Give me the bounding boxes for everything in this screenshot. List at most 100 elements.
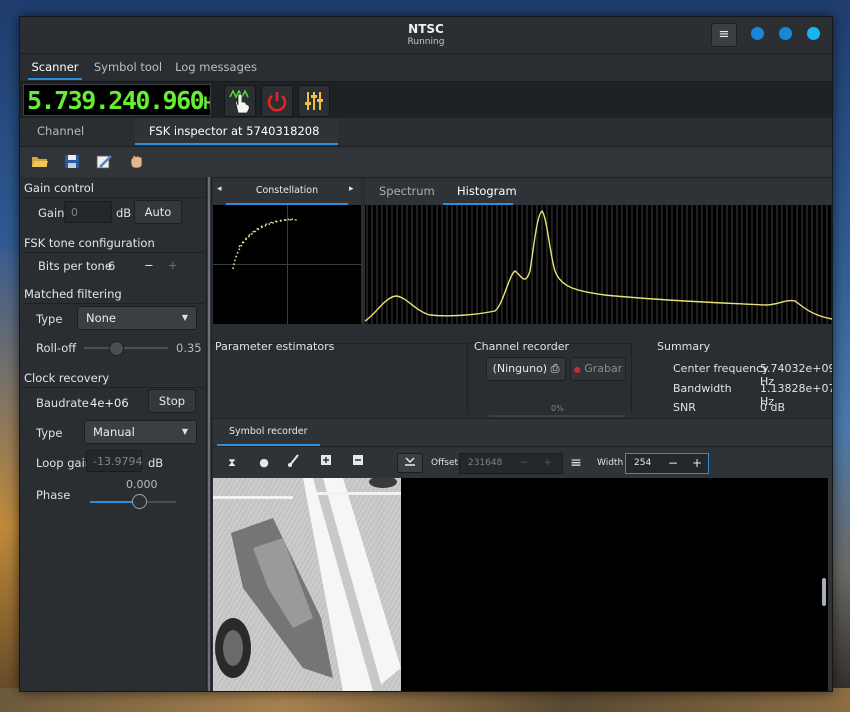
symbol-recorder-view <box>213 478 832 691</box>
summary-title: Summary <box>657 340 711 353</box>
power-icon <box>267 92 287 112</box>
title-bar: NTSC Running ≡ <box>20 17 832 54</box>
summary-snr-value: 0 dB <box>760 401 786 414</box>
tab-symbol-tool[interactable]: Symbol tool <box>92 54 164 80</box>
panel-splitter[interactable] <box>206 177 212 691</box>
constellation-next-icon[interactable]: ▸ <box>349 184 354 194</box>
tab-fsk-inspector[interactable]: FSK inspector at 5740318208 Hz× <box>135 118 338 165</box>
width-input[interactable]: 254 − + <box>625 453 709 474</box>
spectrum-hand-icon <box>229 89 250 114</box>
brush-icon[interactable] <box>283 453 305 473</box>
offset-label: Offset <box>431 458 459 468</box>
symbol-recorder-tabs: Symbol recorder <box>213 418 832 446</box>
symbol-image <box>213 478 401 691</box>
edit-icon[interactable] <box>95 153 113 170</box>
recorder-file-button[interactable]: (Ninguno) ⎙ <box>486 357 566 381</box>
frequency-unit: Hz <box>203 94 210 114</box>
tab-log-messages[interactable]: Log messages <box>174 54 258 80</box>
filter-type-combo[interactable]: None ▼ <box>77 306 197 330</box>
gain-control-title: Gain control <box>24 181 94 195</box>
clock-type-value: Manual <box>93 425 135 439</box>
open-folder-icon[interactable] <box>31 153 49 170</box>
splitter-grip[interactable] <box>208 177 210 691</box>
frequency-value: 5.739.240.960 <box>27 86 205 115</box>
record-circle-icon[interactable]: ● <box>253 453 275 473</box>
gain-unit: dB <box>116 206 132 220</box>
loop-gain-unit: dB <box>148 456 164 470</box>
bits-per-tone-value[interactable]: 6 <box>108 259 115 273</box>
inspector-tabs: Channel detector FSK inspector at 574031… <box>20 118 832 165</box>
tab-histogram[interactable]: Histogram <box>443 178 517 205</box>
symbol-recorder-scrollbar[interactable] <box>822 578 826 606</box>
auto-gain-button[interactable]: Auto <box>134 200 182 224</box>
list-icon[interactable]: ≡ <box>565 453 587 473</box>
summary-snr-label: SNR <box>673 401 696 414</box>
rolloff-label: Roll-off <box>36 341 77 355</box>
record-button[interactable]: ● Grabar <box>570 357 626 381</box>
summary-center-frequency-label: Center frequency <box>673 362 769 375</box>
hamburger-menu-button[interactable]: ≡ <box>711 23 737 47</box>
bits-minus-button[interactable]: − <box>144 258 154 272</box>
frequency-toolbar: 5.739.240.960Hz <box>20 81 832 118</box>
constellation-header: ◂ Constellation ▸ <box>213 178 361 205</box>
tab-symbol-recorder[interactable]: Symbol recorder <box>217 419 320 446</box>
zoom-in-icon[interactable] <box>315 453 337 473</box>
filter-type-value: None <box>86 311 117 325</box>
controls-panel: Gain control Gain 0 dB Auto FSK tone con… <box>20 177 207 691</box>
clock-type-label: Type <box>36 426 63 440</box>
offset-value: 231648 <box>468 458 503 468</box>
settings-button[interactable] <box>298 85 330 117</box>
chevron-down-icon: ▼ <box>181 427 188 436</box>
clock-type-combo[interactable]: Manual ▼ <box>84 420 197 444</box>
summary-bandwidth-label: Bandwidth <box>673 382 732 395</box>
autoscroll-toggle-icon[interactable] <box>397 453 423 473</box>
channel-recorder-title: Channel recorder <box>474 340 570 353</box>
width-plus-button[interactable]: + <box>692 454 702 473</box>
baudrate-value[interactable]: 4e+06 <box>90 396 129 410</box>
width-value: 254 <box>634 458 652 468</box>
rolloff-value: 0.35 <box>176 341 202 355</box>
constellation-plot <box>213 205 361 324</box>
grab-hand-icon[interactable] <box>127 153 145 170</box>
chevron-down-icon: ▼ <box>181 313 188 322</box>
tab-constellation[interactable]: Constellation <box>226 178 348 205</box>
save-icon[interactable] <box>63 153 81 170</box>
rolloff-slider-track[interactable] <box>84 347 168 349</box>
save-as-icon: ⎙ <box>550 362 560 375</box>
close-window-button[interactable] <box>807 27 820 40</box>
desktop-background-left <box>0 250 20 712</box>
parameter-estimators-frame <box>213 343 468 414</box>
maximize-button[interactable] <box>779 27 792 40</box>
loop-gain-input[interactable]: -13.9794 <box>86 450 142 472</box>
rolloff-slider-handle[interactable] <box>109 341 124 356</box>
symbol-recorder-toolbar: ⧗ ● Offset 231648− + ≡ Width 254− + <box>213 446 832 479</box>
tab-channel-detector[interactable]: Channel detector <box>23 118 135 165</box>
stop-button[interactable]: Stop <box>148 389 196 413</box>
phase-slider-handle[interactable] <box>132 494 147 509</box>
bits-plus-button[interactable]: + <box>168 258 178 272</box>
hand-tool-button[interactable] <box>224 85 256 117</box>
phase-slider-fill <box>90 501 135 503</box>
frequency-display[interactable]: 5.739.240.960Hz <box>23 84 211 116</box>
app-window: NTSC Running ≡ Scanner Symbol tool Log m… <box>19 16 833 692</box>
tab-spectrum[interactable]: Spectrum <box>365 178 449 205</box>
bits-per-tone-label: Bits per tone <box>38 259 112 273</box>
power-button[interactable] <box>261 85 293 117</box>
gain-input[interactable]: 0 <box>64 201 112 223</box>
hourglass-icon[interactable]: ⧗ <box>221 453 243 473</box>
minimize-button[interactable] <box>751 27 764 40</box>
offset-input[interactable]: 231648 − + <box>459 453 563 474</box>
zoom-out-icon[interactable] <box>347 453 369 473</box>
spectrum-tabs: Spectrum Histogram <box>365 178 832 205</box>
offset-plus-button[interactable]: + <box>544 454 552 473</box>
recorder-progress-bar <box>489 415 625 417</box>
constellation-prev-icon[interactable]: ◂ <box>217 184 222 194</box>
constellation-points <box>232 218 298 270</box>
offset-minus-button[interactable]: − <box>520 454 528 473</box>
width-minus-button[interactable]: − <box>668 454 678 473</box>
baudrate-label: Baudrate <box>36 396 89 410</box>
parameter-estimators-title: Parameter estimators <box>215 340 335 353</box>
main-tabs: Scanner Symbol tool Log messages <box>20 54 832 80</box>
symbol-recorder-edge <box>828 478 832 691</box>
tab-scanner[interactable]: Scanner <box>28 54 82 80</box>
